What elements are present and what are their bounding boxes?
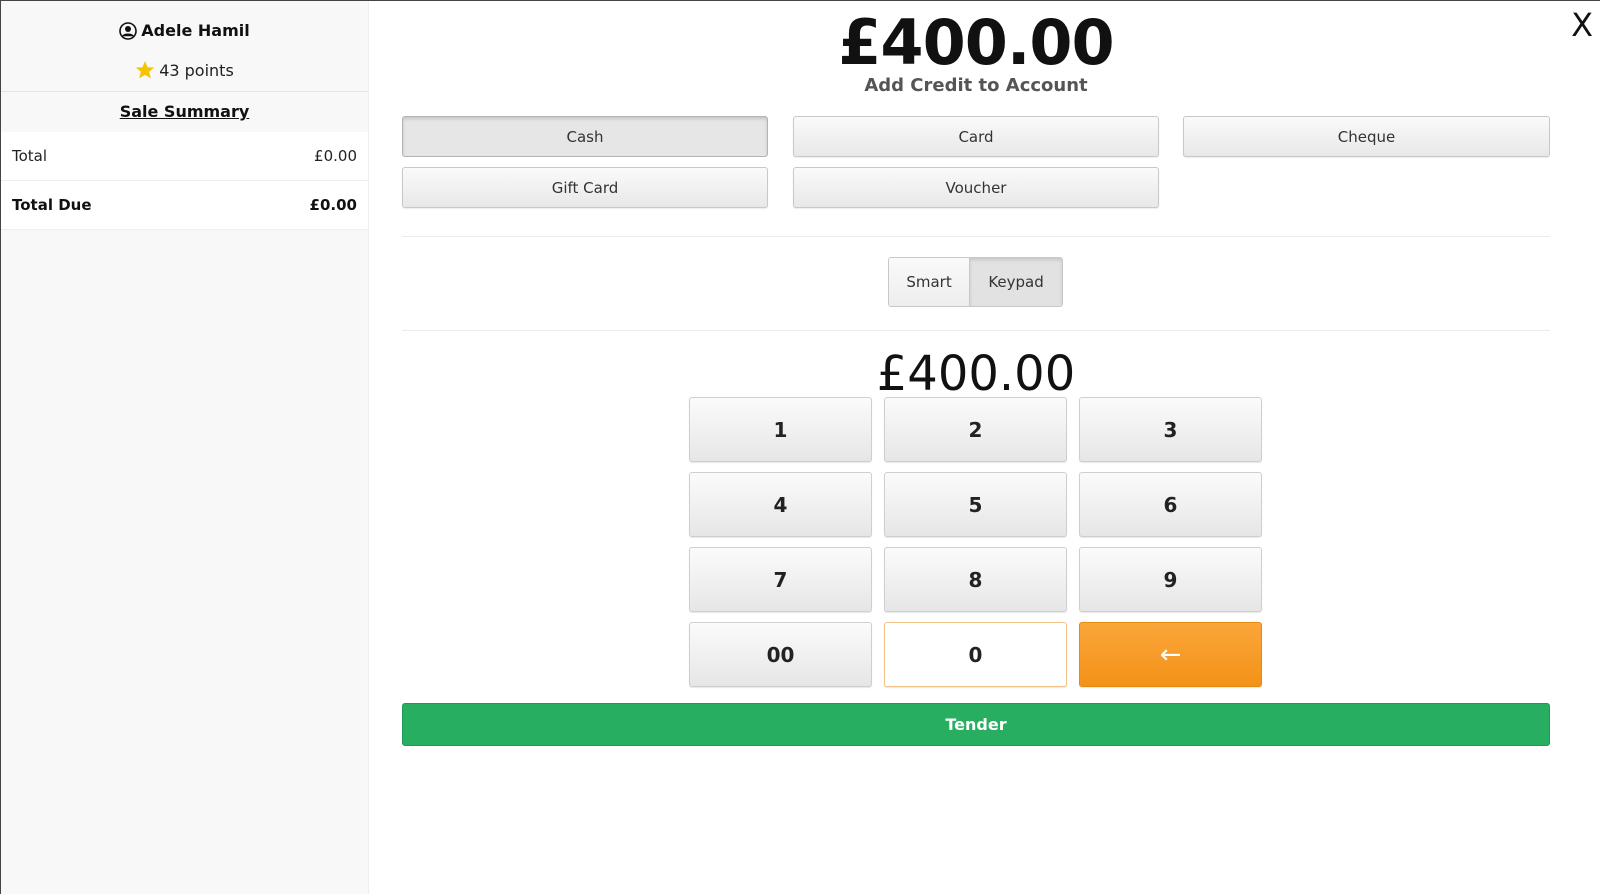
transaction-type: Add Credit to Account: [864, 75, 1088, 96]
customer-name: Adele Hamil: [141, 21, 250, 40]
key-3[interactable]: 3: [1079, 397, 1262, 462]
payment-method-gift-card[interactable]: Gift Card: [402, 167, 768, 208]
customer-panel: Adele Hamil 43 points: [1, 1, 368, 92]
key-7[interactable]: 7: [689, 547, 872, 612]
divider: [402, 330, 1550, 331]
summary-row-total-due: Total Due £0.00: [1, 181, 368, 230]
divider: [402, 236, 1550, 237]
sale-summary-title: Sale Summary: [119, 102, 250, 121]
entry-mode-toggle: Smart Keypad: [888, 257, 1063, 307]
entered-amount: £400.00: [876, 346, 1076, 402]
sidebar: Adele Hamil 43 points Sale Summary Total…: [1, 1, 369, 894]
total-label: Total: [12, 147, 48, 165]
total-value: £0.00: [314, 147, 357, 165]
key-6[interactable]: 6: [1079, 472, 1262, 537]
key-2[interactable]: 2: [884, 397, 1067, 462]
star-icon: [135, 60, 155, 80]
payment-method-cash[interactable]: Cash: [402, 116, 768, 157]
key-5[interactable]: 5: [884, 472, 1067, 537]
entry-mode-keypad[interactable]: Keypad: [970, 258, 1062, 306]
key-1[interactable]: 1: [689, 397, 872, 462]
payment-method-card[interactable]: Card: [793, 116, 1159, 157]
key-8[interactable]: 8: [884, 547, 1067, 612]
key-00[interactable]: 00: [689, 622, 872, 687]
backspace-key[interactable]: ←: [1079, 622, 1262, 687]
summary-row-total: Total £0.00: [1, 132, 368, 181]
payment-panel: X £400.00 Add Credit to Account Cash Car…: [370, 1, 1600, 894]
payment-method-cheque[interactable]: Cheque: [1183, 116, 1550, 157]
amount-due: £400.00: [838, 6, 1114, 79]
loyalty-points: 43 points: [135, 60, 234, 80]
key-9[interactable]: 9: [1079, 547, 1262, 612]
key-4[interactable]: 4: [689, 472, 872, 537]
tender-button[interactable]: Tender: [402, 703, 1550, 746]
entry-mode-smart[interactable]: Smart: [889, 258, 971, 306]
credit-payment-screen: Adele Hamil 43 points Sale Summary Total…: [0, 0, 1600, 894]
total-due-value: £0.00: [309, 196, 357, 214]
points-label: 43 points: [159, 60, 234, 80]
payment-method-voucher[interactable]: Voucher: [793, 167, 1159, 208]
user-circle-icon: [119, 21, 138, 40]
key-0[interactable]: 0: [884, 622, 1067, 687]
customer-name-row[interactable]: Adele Hamil: [119, 21, 250, 40]
total-due-label: Total Due: [12, 196, 92, 214]
